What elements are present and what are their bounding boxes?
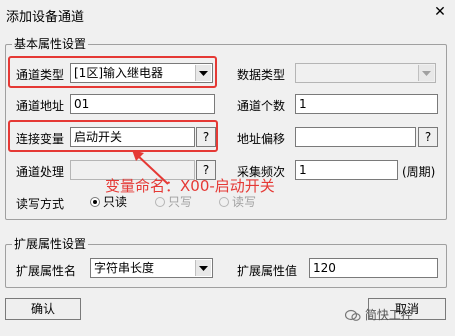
channel-address-label: 通道地址 <box>16 99 65 113</box>
chevron-down-icon <box>418 65 434 81</box>
read-write-mode-label: 读写方式 <box>16 197 65 211</box>
radio-read-write-indicator <box>219 196 229 207</box>
annotation-text: 变量命名：X00-启动开关 <box>105 177 275 195</box>
confirm-button[interactable]: 确认 <box>5 298 81 320</box>
extended-name-select[interactable]: 字符串长度 <box>90 258 213 278</box>
extended-value-label: 扩展属性值 <box>237 264 298 278</box>
extended-name-value: 字符串长度 <box>94 261 155 275</box>
watermark-text: 简快工控 <box>364 308 413 322</box>
channel-count-input[interactable]: 1 <box>295 94 438 114</box>
channel-processing-label: 通道处理 <box>16 165 65 179</box>
period-unit-label: (周期) <box>402 165 436 179</box>
radio-read-only-indicator[interactable] <box>90 196 100 207</box>
channel-count-label: 通道个数 <box>237 99 286 113</box>
basic-properties-label: 基本属性设置 <box>12 35 89 52</box>
wechat-icon <box>344 309 361 321</box>
extended-properties-label: 扩展属性设置 <box>12 235 89 252</box>
chevron-down-icon[interactable] <box>195 260 211 276</box>
window-title: 添加设备通道 <box>6 10 85 25</box>
sample-frequency-input[interactable]: 1 <box>295 160 398 180</box>
data-type-select <box>295 63 436 83</box>
highlight-box-connect-variable <box>8 120 218 152</box>
close-icon[interactable]: ✕ <box>432 4 448 20</box>
radio-write-only-indicator <box>155 196 165 207</box>
address-offset-browse-button[interactable]: ? <box>418 127 438 147</box>
address-offset-input[interactable] <box>295 127 416 147</box>
highlight-box-channel-type <box>8 56 217 88</box>
address-offset-label: 地址偏移 <box>237 132 286 146</box>
watermark: 简快工控 <box>344 306 413 323</box>
radio-read-only-label: 只读 <box>103 195 128 209</box>
extended-value-input[interactable]: 120 <box>309 258 438 278</box>
data-type-label: 数据类型 <box>237 68 286 82</box>
radio-write-only-label: 只写 <box>168 195 193 209</box>
extended-name-label: 扩展属性名 <box>16 264 77 278</box>
channel-address-input[interactable]: 01 <box>70 94 215 114</box>
radio-read-write-label: 读写 <box>232 195 257 209</box>
